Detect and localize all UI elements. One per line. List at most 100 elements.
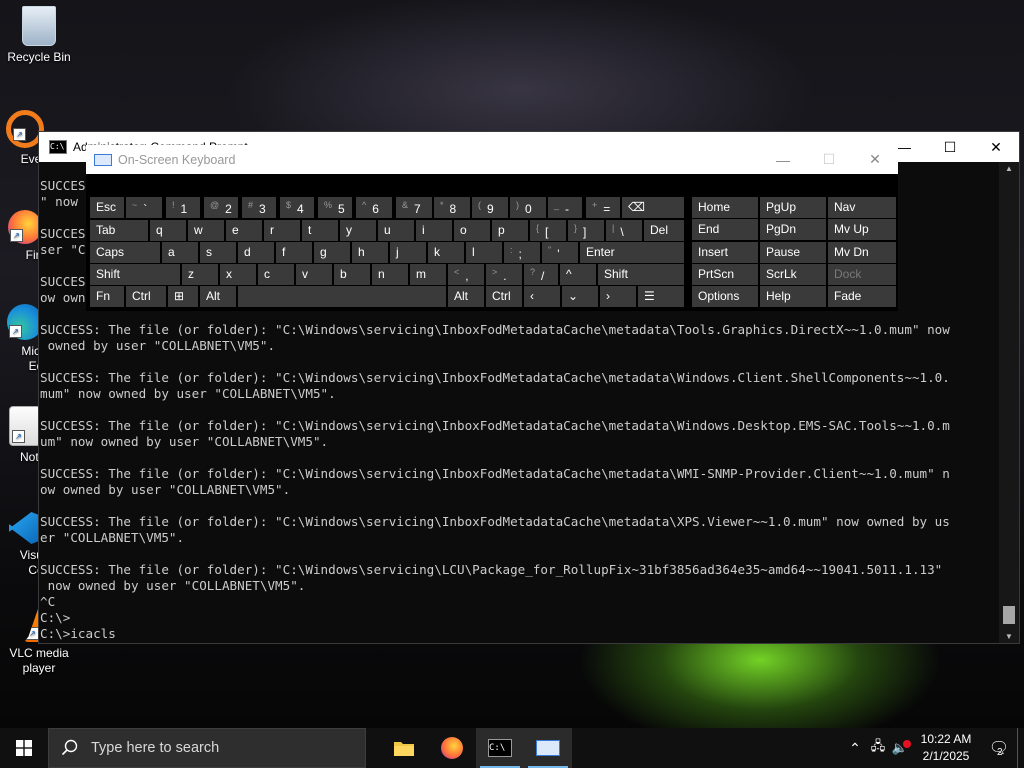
key-8[interactable]: * 8 (434, 197, 470, 218)
key-d[interactable]: d (238, 242, 274, 263)
osk-minimize-button[interactable]: — (760, 145, 806, 174)
chevron-up-icon[interactable]: ⌃ (843, 740, 867, 757)
key-lbracket[interactable]: {[ (530, 220, 566, 241)
key-i[interactable]: i (416, 220, 452, 241)
nav-key-pgdn[interactable]: PgDn (760, 219, 826, 241)
key-q[interactable]: q (150, 220, 186, 241)
down-arrow-key[interactable]: ⌄ (562, 286, 598, 307)
key-shift[interactable]: Shift (598, 264, 684, 285)
key-4[interactable]: $4 (280, 197, 314, 218)
taskbar-command-prompt[interactable]: C:\ (476, 728, 524, 768)
key-u[interactable]: u (378, 220, 414, 241)
console-scrollbar[interactable]: ▲ ▼ (999, 162, 1019, 643)
key-s[interactable]: s (200, 242, 236, 263)
key-comma[interactable]: <, (448, 264, 484, 285)
left-arrow-key[interactable]: ‹ (524, 286, 560, 307)
nav-key-pgup[interactable]: PgUp (760, 197, 826, 218)
key-semicolon[interactable]: :; (504, 242, 540, 263)
osk-maximize-button[interactable]: ☐ (806, 145, 852, 174)
key-equals[interactable]: + = (586, 197, 620, 218)
nav-key-mv-dn[interactable]: Mv Dn (828, 241, 896, 263)
key-v[interactable]: v (296, 264, 332, 285)
key-shift[interactable]: Shift (90, 264, 180, 285)
volume-muted-icon[interactable]: 🔈 (889, 740, 911, 756)
key-slash[interactable]: ? / (524, 264, 558, 285)
show-desktop-button[interactable] (1017, 728, 1024, 768)
key-alt[interactable]: Alt (448, 286, 484, 307)
key-ctrl[interactable]: Ctrl (126, 286, 166, 307)
osk-titlebar[interactable]: On-Screen Keyboard — ☐ ✕ (86, 145, 898, 174)
scroll-down-arrow-icon[interactable]: ▼ (999, 632, 1019, 641)
scroll-up-arrow-icon[interactable]: ▲ (999, 164, 1019, 173)
nav-key-home[interactable]: Home (692, 197, 758, 218)
windows-key[interactable]: ⊞ (168, 286, 198, 307)
key-esc[interactable]: Esc (90, 197, 124, 218)
key-b[interactable]: b (334, 264, 370, 285)
backspace-key[interactable]: ⌫ (622, 197, 684, 218)
key-fn[interactable]: Fn (90, 286, 124, 307)
key-h[interactable]: h (352, 242, 388, 263)
key-g[interactable]: g (314, 242, 350, 263)
key-x[interactable]: x (220, 264, 256, 285)
key-tab[interactable]: Tab (90, 220, 148, 241)
taskbar-clock[interactable]: 10:22 AM 2/1/2025 (911, 731, 981, 765)
key-period[interactable]: >. (486, 264, 522, 285)
key-n[interactable]: n (372, 264, 408, 285)
nav-key-options[interactable]: Options (692, 286, 758, 308)
key-m[interactable]: m (410, 264, 446, 285)
nav-key-insert[interactable]: Insert (692, 241, 758, 263)
key-2[interactable]: @2 (204, 197, 238, 218)
key-enter[interactable]: Enter (580, 242, 684, 263)
key-p[interactable]: p (492, 220, 528, 241)
key-y[interactable]: y (340, 220, 376, 241)
right-arrow-key[interactable]: › (600, 286, 636, 307)
key-c[interactable]: c (258, 264, 294, 285)
osk-close-button[interactable]: ✕ (852, 145, 898, 174)
key-3[interactable]: #3 (242, 197, 276, 218)
key-backslash[interactable]: | \ (606, 220, 642, 241)
nav-key-dock[interactable]: Dock (828, 263, 896, 285)
key-backtick[interactable]: ~ ` (126, 197, 162, 218)
taskbar-search-box[interactable]: Type here to search (48, 728, 366, 768)
key-1[interactable]: ! 1 (166, 197, 200, 218)
nav-key-prtscn[interactable]: PrtScn (692, 263, 758, 285)
key-minus[interactable]: _ - (548, 197, 582, 218)
key-6[interactable]: ^ 6 (356, 197, 392, 218)
nav-key-pause[interactable]: Pause (760, 241, 826, 263)
key-quote[interactable]: " ' (542, 242, 578, 263)
key-t[interactable]: t (302, 220, 338, 241)
space-key[interactable] (238, 286, 446, 307)
taskbar-firefox[interactable] (428, 728, 476, 768)
nav-key-mv-up[interactable]: Mv Up (828, 219, 896, 241)
nav-key-help[interactable]: Help (760, 286, 826, 308)
maximize-button[interactable]: ☐ (927, 132, 973, 162)
key-w[interactable]: w (188, 220, 224, 241)
nav-key-fade[interactable]: Fade (828, 286, 896, 308)
key-e[interactable]: e (226, 220, 262, 241)
key-ctrl[interactable]: Ctrl (486, 286, 522, 307)
scrollbar-thumb[interactable] (1003, 606, 1015, 624)
key-caps[interactable]: Caps (90, 242, 160, 263)
menu-key[interactable]: ☰ (638, 286, 684, 307)
key-f[interactable]: f (276, 242, 312, 263)
up-arrow-key[interactable]: ^ (560, 264, 596, 285)
close-button[interactable]: ✕ (973, 132, 1019, 162)
network-icon[interactable]: 🖧 (867, 737, 889, 759)
key-9[interactable]: (9 (472, 197, 508, 218)
key-a[interactable]: a (162, 242, 198, 263)
key-rbracket[interactable]: }] (568, 220, 604, 241)
key-r[interactable]: r (264, 220, 300, 241)
key-o[interactable]: o (454, 220, 490, 241)
key-z[interactable]: z (182, 264, 218, 285)
key-j[interactable]: j (390, 242, 426, 263)
taskbar-on-screen-keyboard[interactable] (524, 728, 572, 768)
on-screen-keyboard-window[interactable]: On-Screen Keyboard — ☐ ✕ Esc ~ `! 1 @2 #3 $4% 5… (86, 145, 898, 311)
key-alt[interactable]: Alt (200, 286, 236, 307)
notification-center-button[interactable]: 🗨 2 (981, 738, 1017, 758)
start-button[interactable] (0, 728, 48, 768)
key-5[interactable]: % 5 (318, 197, 352, 218)
nav-key-end[interactable]: End (692, 219, 758, 241)
key-0[interactable]: ) 0 (510, 197, 546, 218)
key-k[interactable]: k (428, 242, 464, 263)
nav-key-nav[interactable]: Nav (828, 197, 896, 218)
